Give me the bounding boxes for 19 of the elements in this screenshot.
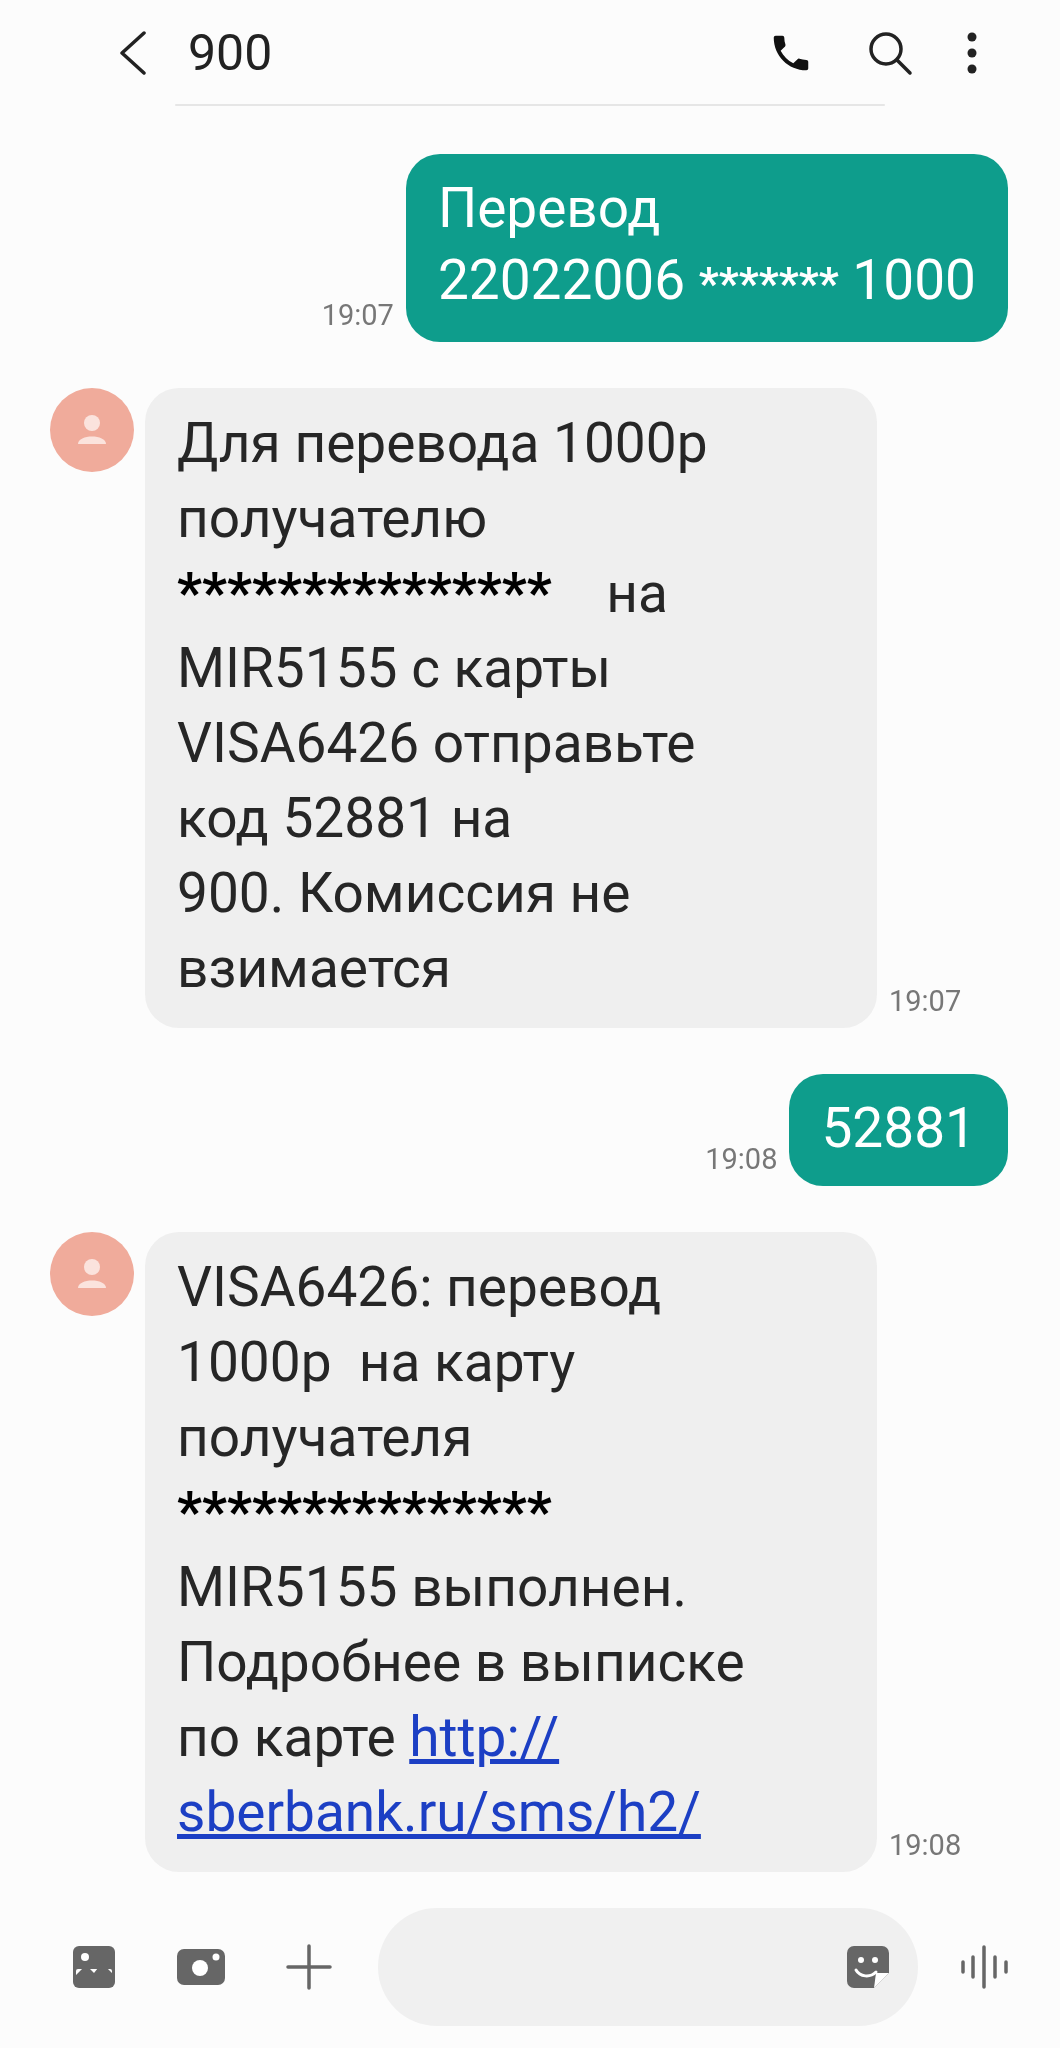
message-time: 19:08 — [889, 1828, 962, 1862]
sticker-icon[interactable] — [846, 1945, 890, 1989]
voice-input-icon[interactable] — [960, 1945, 1010, 1989]
message-time: 19:07 — [321, 298, 394, 332]
link[interactable]: http:// — [409, 1705, 560, 1769]
camera-icon[interactable] — [176, 1948, 226, 1986]
contact-title: 900 — [188, 24, 273, 82]
message-text: Перевод 22022006 ******* 1000 — [437, 175, 976, 314]
gallery-icon[interactable] — [72, 1945, 116, 1989]
add-icon[interactable] — [286, 1944, 332, 1990]
message-text: Для перевода 1000р получателю *************** на MIR5155 с карты VISA6426 отправьте код 52881 на 900. Комиссия не взимается — [177, 410, 709, 1002]
message-text: 52881 — [821, 1095, 976, 1162]
link[interactable]: sberbank.ru/sms/h2/ — [177, 1780, 701, 1844]
more-options-icon[interactable] — [966, 31, 978, 75]
message-time: 19:08 — [705, 1142, 778, 1176]
back-icon[interactable] — [118, 31, 148, 75]
search-icon[interactable] — [866, 29, 914, 77]
message-time: 19:07 — [889, 984, 962, 1018]
message-text: VISA6426: перевод 1000р на карту получателя *************** MIR5155 выполнен. Подробнее в выписке по карте http:// sberbank.ru/sms/h2/ — [177, 1254, 746, 1846]
